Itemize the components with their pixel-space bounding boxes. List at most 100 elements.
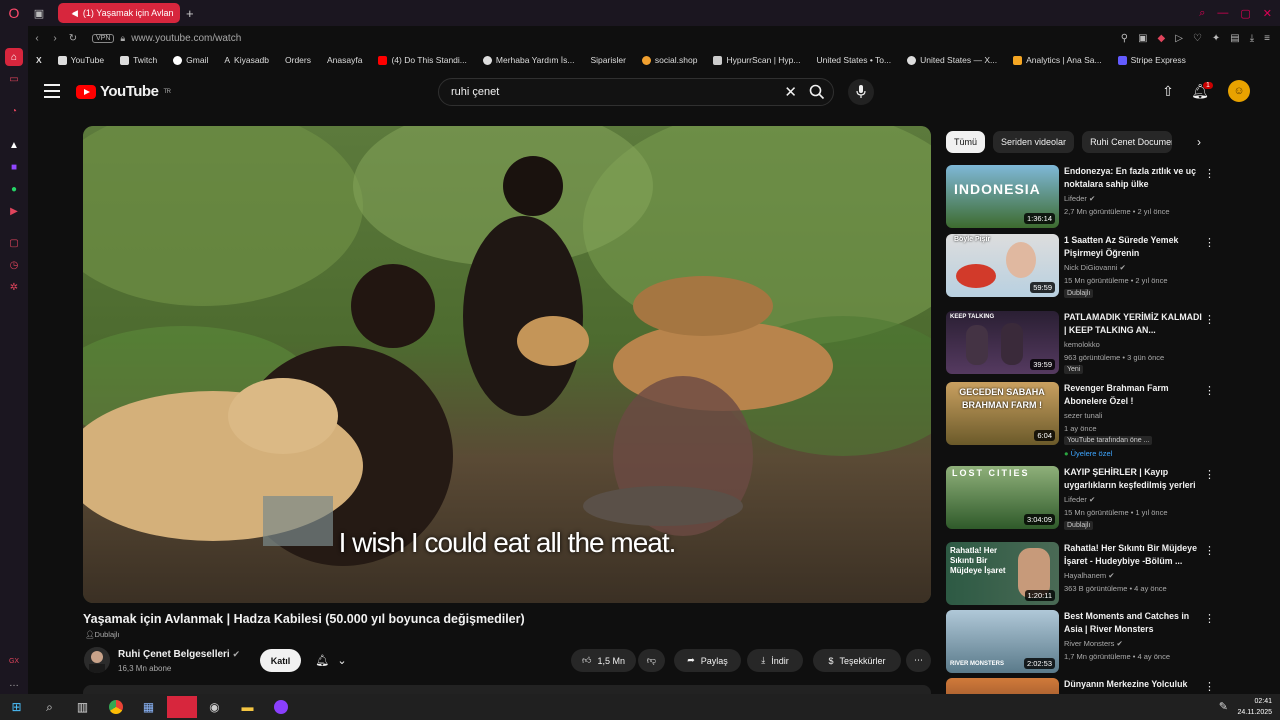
more-vert-icon[interactable]: ⋮ bbox=[1204, 612, 1215, 625]
bookmark-item[interactable]: Siparisler bbox=[582, 55, 633, 65]
recommendation-item[interactable]: Dünyanın Merkezine Yolculuk ⋮ bbox=[946, 678, 1216, 694]
more-icon[interactable]: … bbox=[5, 674, 23, 692]
thumbnail[interactable]: Böyle Pişir 59:59 bbox=[946, 234, 1059, 297]
pen-icon[interactable]: ✎ bbox=[1219, 700, 1228, 713]
thumbnail[interactable]: GECEDEN SABAHA BRAHMAN FARM ! 6:04 bbox=[946, 382, 1059, 445]
shield-icon[interactable]: ◆ bbox=[1158, 33, 1166, 44]
youtube-icon[interactable]: ▶ bbox=[5, 202, 23, 220]
windows-start-icon[interactable]: ⊞ bbox=[0, 694, 33, 720]
bookmark-item[interactable]: Analytics | Ana Sa... bbox=[1005, 55, 1109, 65]
extensions-icon[interactable]: ✦ bbox=[1212, 33, 1220, 44]
more-actions-button[interactable]: ⋯ bbox=[906, 649, 931, 672]
thumbnail[interactable] bbox=[946, 678, 1059, 694]
system-clock[interactable]: 02:41 24.11.2025 bbox=[1237, 696, 1272, 718]
video-player[interactable]: I wish I could eat all the meat. bbox=[83, 126, 931, 603]
forward-button[interactable]: › bbox=[46, 33, 64, 44]
bookmark-item[interactable]: Twitch bbox=[112, 55, 165, 65]
heart-icon[interactable]: ♡ bbox=[1193, 33, 1202, 44]
more-vert-icon[interactable]: ⋮ bbox=[1204, 313, 1215, 326]
chrome-icon[interactable] bbox=[99, 694, 132, 720]
whatsapp-icon[interactable]: ● bbox=[5, 180, 23, 198]
subscription-bell-button[interactable]: 🔔︎ ⌄ bbox=[305, 649, 357, 672]
bookmark-item[interactable]: Gmail bbox=[165, 55, 216, 65]
menu-icon[interactable] bbox=[44, 84, 60, 98]
upload-icon[interactable]: ⇧ bbox=[1158, 81, 1178, 101]
more-vert-icon[interactable]: ⋮ bbox=[1204, 544, 1215, 557]
url-field[interactable]: www.youtube.com/watch bbox=[131, 33, 241, 44]
bookmark-item[interactable]: Merhaba Yardım İs... bbox=[475, 55, 583, 65]
recommendation-item[interactable]: RIVER MONSTERS 2:02:53 Best Moments and … bbox=[946, 610, 1216, 674]
menu-icon[interactable]: ≡ bbox=[1264, 33, 1270, 44]
bookmark-item[interactable]: YouTube bbox=[50, 55, 112, 65]
tab-active[interactable]: ◀ (1) Yaşamak için Avlan bbox=[58, 3, 180, 23]
bookmark-item[interactable]: Orders bbox=[277, 55, 319, 65]
recommendation-item[interactable]: Böyle Pişir 59:59 1 Saatten Az Sürede Ye… bbox=[946, 234, 1216, 298]
thanks-button[interactable]: $ Teşekkürler bbox=[813, 649, 901, 672]
aria-icon[interactable]: ◔ bbox=[5, 102, 23, 120]
new-tab-button[interactable]: + bbox=[186, 6, 194, 21]
vpn-badge[interactable]: VPN bbox=[92, 33, 115, 43]
app-icon[interactable]: ◉ bbox=[198, 694, 231, 720]
chip-channel[interactable]: Ruhi Cenet Documen bbox=[1082, 131, 1173, 153]
share-button[interactable]: ➦ Paylaş bbox=[674, 649, 741, 672]
recommendation-item[interactable]: KEEP TALKING 39:59 PATLAMADIK YERİMİZ KA… bbox=[946, 311, 1216, 375]
thumbnail[interactable]: KEEP TALKING 39:59 bbox=[946, 311, 1059, 374]
channel-name[interactable]: Ruhi Çenet Belgeselleri ✔ bbox=[118, 649, 240, 660]
bookmark-item[interactable]: United States • To... bbox=[808, 55, 899, 65]
minimize-button[interactable]: — bbox=[1217, 7, 1228, 19]
description-box[interactable] bbox=[83, 685, 931, 694]
chevron-right-icon[interactable]: › bbox=[1190, 133, 1208, 151]
bookmark-item[interactable]: Anasayfa bbox=[319, 55, 370, 65]
chip-all[interactable]: Tümü bbox=[946, 131, 986, 153]
download-button[interactable]: ⤓ İndir bbox=[747, 649, 803, 672]
search-tabs-icon[interactable]: ⌕ bbox=[1199, 7, 1205, 20]
search-icon[interactable] bbox=[809, 84, 825, 100]
dislike-button[interactable]: 👎︎ bbox=[638, 649, 665, 672]
bookmark-item[interactable]: (4) Do This Standi... bbox=[370, 55, 474, 65]
chip-series[interactable]: Seriden videolar bbox=[993, 131, 1075, 153]
recommendation-item[interactable]: Rahatla! Her Sıkıntı Bir Müjdeye İşaret … bbox=[946, 542, 1216, 606]
youtube-logo[interactable]: YouTube TR bbox=[76, 83, 171, 100]
download-icon[interactable]: ⤓ bbox=[1250, 33, 1254, 44]
recommendation-item[interactable]: GECEDEN SABAHA BRAHMAN FARM ! 6:04 Reven… bbox=[946, 382, 1216, 458]
more-vert-icon[interactable]: ⋮ bbox=[1204, 236, 1215, 249]
bookmark-item[interactable]: United States — X... bbox=[899, 55, 1005, 65]
tab-manager-icon[interactable]: ▣ bbox=[28, 0, 50, 26]
bookmark-item[interactable]: HypurrScan | Hyp... bbox=[705, 55, 808, 65]
like-button[interactable]: 👍︎ 1,5 Mn bbox=[571, 649, 636, 672]
thumbnail[interactable]: Rahatla! Her Sıkıntı Bir Müjdeye İşaret … bbox=[946, 542, 1059, 605]
thumbnail[interactable]: LOST CITIES 3:04:09 bbox=[946, 466, 1059, 529]
player-icon[interactable]: ▷ bbox=[1175, 33, 1183, 44]
join-button[interactable]: Katıl bbox=[260, 649, 301, 672]
wallet-icon[interactable]: ▭ bbox=[5, 70, 23, 88]
calculator-icon[interactable]: ▦ bbox=[132, 694, 165, 720]
more-vert-icon[interactable]: ⋮ bbox=[1204, 384, 1215, 397]
task-view-icon[interactable]: ▥ bbox=[66, 694, 99, 720]
maximize-button[interactable]: ▢ bbox=[1240, 7, 1250, 20]
channel-avatar[interactable] bbox=[84, 647, 110, 673]
recommendation-item[interactable]: INDONESIA 1:36:14 Endonezya: En fazla zı… bbox=[946, 165, 1216, 229]
microphone-icon[interactable] bbox=[848, 79, 874, 105]
opera-logo-icon[interactable]: O bbox=[0, 0, 28, 26]
folder-icon[interactable]: ▢ bbox=[5, 234, 23, 252]
settings-icon[interactable]: ✲ bbox=[5, 278, 23, 296]
more-vert-icon[interactable]: ⋮ bbox=[1204, 167, 1215, 180]
tor-icon[interactable] bbox=[264, 694, 297, 720]
pin-icon[interactable]: ⚲ bbox=[1121, 33, 1128, 44]
more-vert-icon[interactable]: ⋮ bbox=[1204, 680, 1215, 693]
more-vert-icon[interactable]: ⋮ bbox=[1204, 468, 1215, 481]
twitch-icon[interactable]: ■ bbox=[5, 158, 23, 176]
wallet-ext-icon[interactable]: ▤ bbox=[1230, 33, 1239, 44]
gx-icon[interactable]: GX bbox=[5, 652, 23, 670]
recommendation-item[interactable]: LOST CITIES 3:04:09 KAYIP ŞEHİRLER | Kay… bbox=[946, 466, 1216, 530]
bookmark-x[interactable]: X bbox=[28, 55, 50, 65]
history-icon[interactable]: ◷ bbox=[5, 256, 23, 274]
thumbnail[interactable]: INDONESIA 1:36:14 bbox=[946, 165, 1059, 228]
bookmark-item[interactable]: Stripe Express bbox=[1110, 55, 1194, 65]
clear-search-icon[interactable]: ✕ bbox=[784, 83, 797, 101]
bookmark-item[interactable]: social.shop bbox=[634, 55, 706, 65]
search-box[interactable]: ruhi çenet ✕ bbox=[438, 78, 834, 106]
lock-icon[interactable]: 🔒︎ bbox=[120, 33, 125, 44]
snapshot-icon[interactable]: ▣ bbox=[1138, 33, 1147, 44]
ai-icon[interactable]: ▲ bbox=[5, 136, 23, 154]
